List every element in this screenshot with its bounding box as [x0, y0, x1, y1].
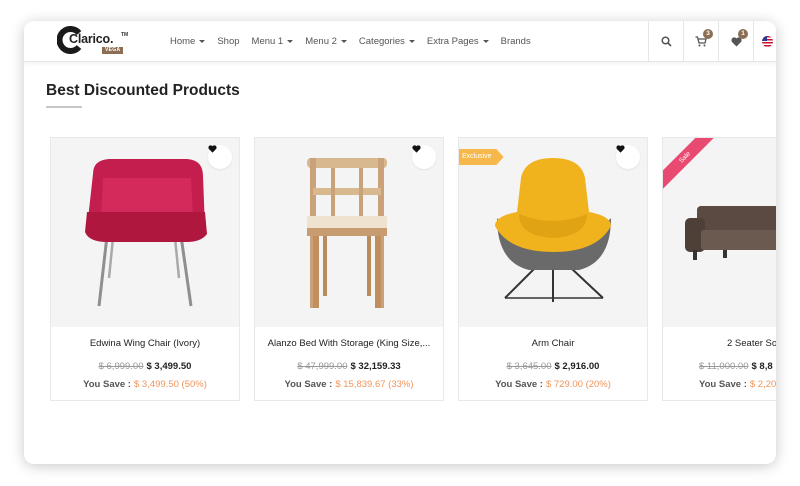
savings-label: You Save : — [284, 379, 333, 390]
old-price: $ 3,645.00 — [506, 361, 552, 372]
menu-item-home[interactable]: Home — [170, 36, 206, 47]
search-button[interactable] — [648, 21, 683, 62]
wishlist-count-badge: 1 — [738, 29, 748, 39]
product-card[interactable]: Edwina Wing Chair (Ivory) $ 6,999.00 $ 3,… — [50, 137, 240, 401]
savings-label: You Save : — [699, 379, 747, 390]
product-card[interactable]: Sale 2 Seater Sofa $ 11,000.00$ 8,8 You … — [662, 137, 776, 401]
product-image[interactable] — [255, 138, 443, 327]
menu-label: Brands — [500, 36, 531, 47]
menu-item-menu-1[interactable]: Menu 1 — [252, 36, 294, 47]
old-price: $ 47,999.00 — [297, 361, 348, 372]
savings-label: You Save : — [495, 379, 543, 390]
price-line: $ 6,999.00 $ 3,499.50 — [51, 361, 239, 372]
savings-line: You Save : $ 15,839.67 (33%) — [255, 379, 443, 390]
savings-value: $ 3,499.50 (50%) — [133, 379, 207, 390]
old-price: $ 6,999.00 — [98, 361, 144, 372]
brand-subtitle: VEGA — [102, 47, 124, 54]
sale-ribbon: Sale — [663, 138, 719, 194]
menu-item-menu-2[interactable]: Menu 2 — [305, 36, 347, 47]
wishlist-button[interactable]: 1 — [718, 21, 753, 62]
chevron-down-icon — [340, 40, 347, 43]
header-actions: 3 1 — [648, 21, 776, 62]
title-underline — [46, 106, 82, 108]
savings-line: You Save : $ 3,499.50 (50%) — [51, 379, 239, 390]
product-card[interactable]: Alanzo Bed With Storage (King Size,... $… — [254, 137, 444, 401]
product-card[interactable]: Exclusive Arm Chair $ 3,645.00 $ 2,916.00… — [458, 137, 648, 401]
menu-item-categories[interactable]: Categories — [359, 36, 415, 47]
savings-value: $ 729.00 (20%) — [545, 379, 611, 390]
menu-label: Extra Pages — [426, 36, 479, 47]
menu-item-extra-pages[interactable]: Extra Pages — [427, 36, 489, 47]
savings-value: $ 15,839.67 (33%) — [335, 379, 414, 390]
menu-label: Menu 1 — [251, 36, 284, 47]
price-line: $ 3,645.00 $ 2,916.00 — [459, 361, 647, 372]
heart-icon — [616, 145, 625, 153]
top-navbar: Clarico. TM VEGA Home Shop Menu 1 Menu 2… — [24, 21, 776, 62]
heart-icon — [208, 145, 217, 153]
new-price: $ 8,8 — [751, 361, 773, 372]
brand-trademark: TM — [121, 32, 129, 38]
search-icon — [660, 36, 672, 47]
savings-line: You Save :$ 2,200 — [663, 379, 776, 390]
language-selector[interactable] — [753, 21, 776, 62]
price-line: $ 11,000.00 $ 8,8 — [663, 361, 776, 372]
savings-label: You Save : — [83, 379, 131, 390]
savings-value: $ 2,200 — [749, 379, 776, 390]
menu-item-shop[interactable]: Shop — [217, 36, 239, 47]
old-price: $ 11,000.00 — [699, 361, 749, 372]
product-name[interactable]: 2 Seater Sofa — [663, 338, 776, 349]
add-to-wishlist-button[interactable] — [412, 145, 436, 169]
pink-armchair-image — [85, 159, 207, 307]
product-image[interactable]: Exclusive — [459, 138, 647, 327]
menu-label: Home — [170, 36, 196, 47]
browser-frame: Clarico. TM VEGA Home Shop Menu 1 Menu 2… — [24, 21, 776, 464]
brand-logo[interactable]: Clarico. TM VEGA — [57, 26, 157, 58]
new-price: $ 32,159.33 — [350, 361, 401, 372]
exclusive-tag: Exclusive — [459, 149, 504, 165]
add-to-wishlist-button[interactable] — [208, 145, 232, 169]
savings-line: You Save : $ 729.00 (20%) — [459, 379, 647, 390]
product-name[interactable]: Alanzo Bed With Storage (King Size,... — [255, 338, 443, 349]
sale-tag: Sale — [663, 138, 719, 192]
us-flag-icon — [762, 36, 773, 47]
price-line: $ 47,999.00 $ 32,159.33 — [255, 361, 443, 372]
menu-label: Categories — [358, 36, 405, 47]
product-image[interactable] — [51, 138, 239, 327]
chevron-down-icon — [482, 40, 489, 43]
new-price: $ 2,916.00 — [554, 361, 600, 372]
heart-icon — [412, 145, 421, 153]
cart-count-badge: 3 — [703, 29, 713, 39]
menu-item-brands[interactable]: Brands — [501, 36, 531, 47]
main-menu: Home Shop Menu 1 Menu 2 Categories Extra… — [170, 21, 543, 62]
chevron-down-icon — [287, 40, 294, 43]
section-title: Best Discounted Products — [46, 82, 240, 99]
chevron-down-icon — [199, 40, 206, 43]
cart-button[interactable]: 3 — [683, 21, 718, 62]
product-image[interactable]: Sale — [663, 138, 776, 327]
add-to-wishlist-button[interactable] — [616, 145, 640, 169]
product-name[interactable]: Arm Chair — [459, 338, 647, 349]
product-name[interactable]: Edwina Wing Chair (Ivory) — [51, 338, 239, 349]
wooden-chair-image — [307, 158, 387, 308]
yellow-arm-chair-image — [495, 158, 611, 302]
new-price: $ 3,499.50 — [146, 361, 192, 372]
chevron-down-icon — [408, 40, 415, 43]
menu-label: Shop — [217, 36, 240, 47]
menu-label: Menu 2 — [305, 36, 337, 47]
brand-name: Clarico. — [69, 32, 114, 46]
